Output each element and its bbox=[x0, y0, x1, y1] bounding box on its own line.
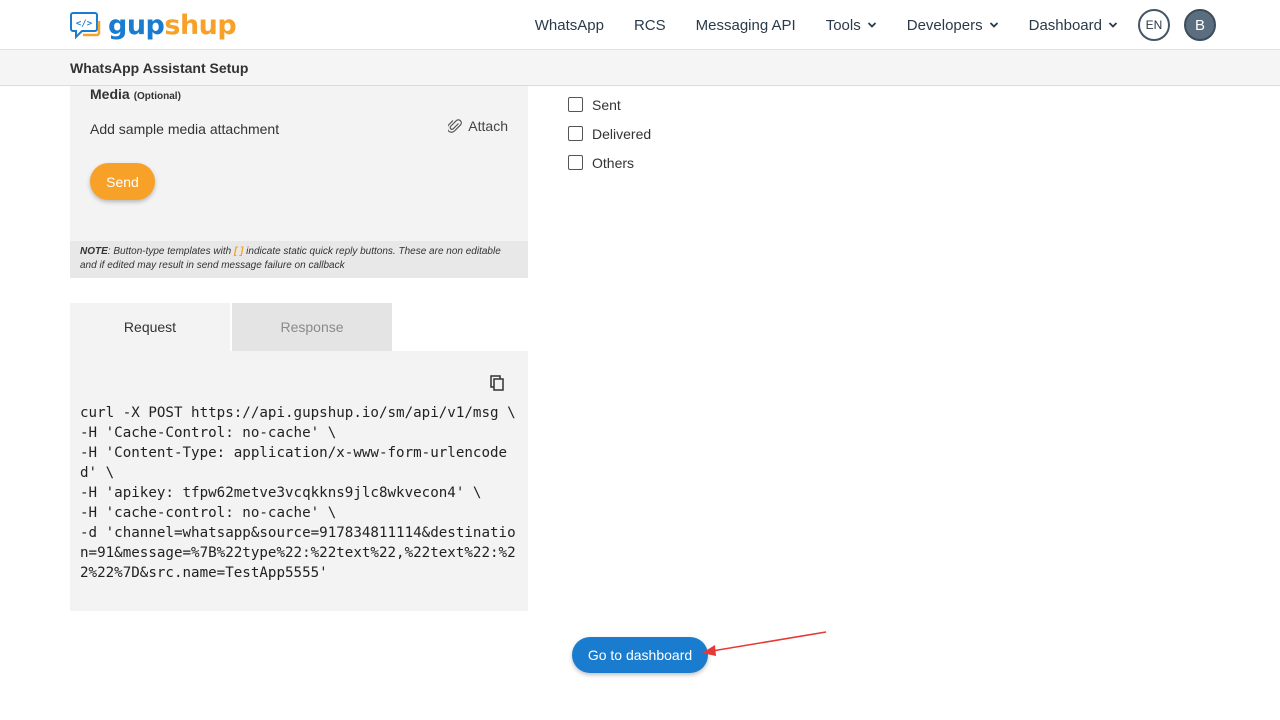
main-nav: WhatsApp RCS Messaging API Tools Develop… bbox=[505, 0, 1216, 50]
chevron-down-icon bbox=[989, 22, 998, 28]
svg-text:</>: </> bbox=[76, 19, 93, 29]
chevron-down-icon bbox=[1108, 22, 1118, 28]
nav-tools[interactable]: Tools bbox=[826, 17, 877, 34]
optional-tag: (Optional) bbox=[133, 91, 181, 102]
go-to-dashboard-button[interactable]: Go to dashboard bbox=[572, 637, 708, 673]
nav-rcs[interactable]: RCS bbox=[634, 17, 666, 34]
chat-code-logo-icon: </> bbox=[70, 11, 102, 41]
attach-label: Attach bbox=[468, 118, 508, 134]
nav-whatsapp[interactable]: WhatsApp bbox=[535, 17, 604, 34]
logo-wordmark: gupshup bbox=[108, 10, 237, 41]
page-subheader: WhatsApp Assistant Setup bbox=[0, 50, 1280, 86]
request-response-tabs: Request Response bbox=[70, 303, 392, 351]
message-compose-panel: Media (Optional) Add sample media attachm… bbox=[70, 86, 528, 241]
status-checkbox-list: Sent Delivered Others bbox=[568, 90, 651, 177]
paperclip-icon bbox=[448, 119, 463, 133]
attach-button[interactable]: Attach bbox=[448, 118, 508, 134]
nav-dashboard[interactable]: Dashboard bbox=[1029, 17, 1118, 34]
language-selector[interactable]: EN bbox=[1138, 9, 1170, 41]
checkbox-others[interactable]: Others bbox=[568, 148, 651, 177]
tab-response[interactable]: Response bbox=[232, 303, 392, 351]
request-code-panel: curl -X POST https://api.gupshup.io/sm/a… bbox=[70, 351, 528, 611]
curl-code-block[interactable]: curl -X POST https://api.gupshup.io/sm/a… bbox=[80, 403, 520, 583]
page-title: WhatsApp Assistant Setup bbox=[70, 60, 249, 76]
media-label: Media (Optional) bbox=[90, 86, 181, 102]
tab-request[interactable]: Request bbox=[70, 303, 230, 351]
annotation-arrow-icon bbox=[702, 631, 827, 656]
gupshup-logo[interactable]: </> gupshup bbox=[70, 10, 237, 41]
checkbox-icon[interactable] bbox=[568, 126, 583, 141]
user-avatar[interactable]: B bbox=[1184, 9, 1216, 41]
checkbox-icon[interactable] bbox=[568, 97, 583, 112]
template-note: NOTE: Button-type templates with [ ] ind… bbox=[70, 241, 528, 278]
nav-developers[interactable]: Developers bbox=[907, 17, 999, 34]
checkbox-icon[interactable] bbox=[568, 155, 583, 170]
chevron-down-icon bbox=[867, 22, 876, 28]
copy-icon[interactable] bbox=[490, 375, 504, 396]
checkbox-delivered[interactable]: Delivered bbox=[568, 119, 651, 148]
send-button[interactable]: Send bbox=[90, 163, 155, 200]
nav-messaging-api[interactable]: Messaging API bbox=[696, 17, 796, 34]
top-navigation-bar: </> gupshup WhatsApp RCS Messaging API T… bbox=[0, 0, 1280, 50]
checkbox-sent[interactable]: Sent bbox=[568, 90, 651, 119]
media-attachment-prompt: Add sample media attachment bbox=[90, 121, 280, 137]
